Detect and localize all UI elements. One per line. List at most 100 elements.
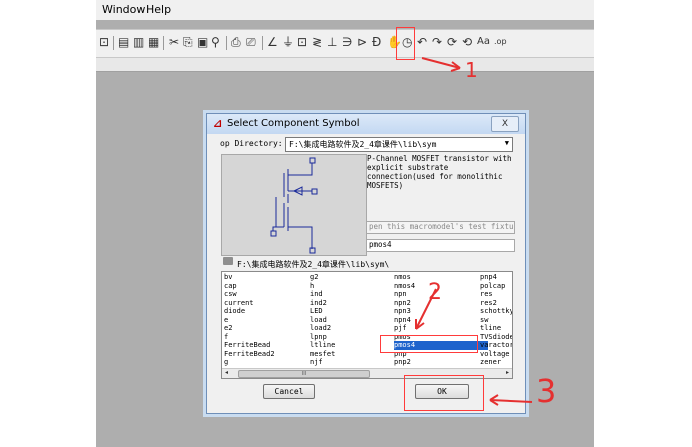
list-item[interactable]: ind <box>310 290 335 299</box>
list-item[interactable]: f <box>224 333 275 342</box>
list-item[interactable]: tline <box>480 324 512 333</box>
close-button[interactable]: X <box>491 116 519 132</box>
list-item[interactable]: FerriteBead <box>224 341 275 350</box>
toolbar-divider <box>163 36 164 50</box>
list-item[interactable]: schottky <box>480 307 512 316</box>
toolbar-divider <box>262 36 263 50</box>
paste-icon[interactable]: ▣ <box>197 35 208 49</box>
pmos4-symbol-icon <box>270 157 318 254</box>
schematic-icon[interactable]: ▦ <box>148 35 159 49</box>
schematic-tabs-strip <box>96 58 594 72</box>
print-preview-icon[interactable]: ⎚ <box>246 35 256 49</box>
component-list[interactable]: bv cap csw current diode e e2 f FerriteB… <box>221 271 513 379</box>
highlight-pmos4-item <box>380 335 478 353</box>
list-item[interactable]: res2 <box>480 299 512 308</box>
component-name-field[interactable]: pmos4 <box>366 239 515 252</box>
annotation-label-2: 2 <box>428 280 442 305</box>
test-fixture-button[interactable]: pen this macromodel's test fixtur <box>366 221 515 234</box>
list-item[interactable]: LED <box>310 307 335 316</box>
select-component-dialog: ⊿ Select Component Symbol X op Directory… <box>206 113 526 414</box>
redo-icon[interactable]: ↷ <box>432 35 442 49</box>
arrow-3-line <box>489 399 533 403</box>
folder-icon <box>223 257 233 265</box>
list-item[interactable]: e <box>224 316 275 325</box>
list-item[interactable]: pnp4 <box>480 273 512 282</box>
diode-icon[interactable]: ⊳ <box>357 35 367 49</box>
directory-select[interactable]: F:\集成电路软件及2_4章课件\lib\sym ▼ <box>285 137 513 152</box>
list-column-2: g2 h ind ind2 LED load load2 lpnp ltline… <box>310 273 335 367</box>
component-description: P-Channel MOSFET transistor with explici… <box>367 154 512 190</box>
menu-bar: Window Help <box>96 0 594 20</box>
annotation-label-3: 3 <box>536 372 557 410</box>
toolbar: ⊡ ▤ ▥ ▦ ✂ ⎘ ▣ ⚲ ⎙ ⎚ ∠ ⏚ ⊡ ≷ ⊥ ∋ ⊳ Ð ✋ ◷ … <box>96 29 594 58</box>
list-item[interactable]: load2 <box>310 324 335 333</box>
list-item[interactable]: ltline <box>310 341 335 350</box>
list-item[interactable]: csw <box>224 290 275 299</box>
scroll-right-icon[interactable]: ▸ <box>506 369 509 376</box>
chevron-down-icon[interactable]: ▼ <box>505 139 509 147</box>
list-item[interactable]: varactor <box>480 341 512 350</box>
mirror-icon[interactable]: ⟲ <box>462 35 472 49</box>
annotation-label-1: 1 <box>465 58 478 82</box>
undo-icon[interactable]: ↶ <box>417 35 427 49</box>
ground-icon[interactable]: ⏚ <box>282 35 294 49</box>
annotation-arrow-1 <box>421 57 461 72</box>
list-item[interactable]: e2 <box>224 324 275 333</box>
list-item[interactable]: g2 <box>310 273 335 282</box>
scroll-left-icon[interactable]: ◂ <box>225 369 228 376</box>
list-item[interactable]: mesfet <box>310 350 335 359</box>
list-item[interactable]: ind2 <box>310 299 335 308</box>
list-item[interactable]: pnp2 <box>394 358 488 367</box>
print-icon[interactable]: ⎙ <box>231 35 241 49</box>
capacitor-symbol-icon[interactable]: ⊥ <box>327 35 337 49</box>
list-item[interactable]: g <box>224 358 275 367</box>
component-icon[interactable]: ▤ <box>118 35 129 49</box>
component-symbol-icon[interactable]: Ð <box>372 35 381 49</box>
dialog-title: Select Component Symbol <box>227 118 360 129</box>
cut-icon[interactable]: ✂ <box>169 35 179 49</box>
highlight-ok-button <box>404 375 484 411</box>
list-item[interactable]: h <box>310 282 335 291</box>
symbol-preview <box>221 154 367 256</box>
current-path: F:\集成电路软件及2_4章课件\lib\sym\ <box>237 260 390 269</box>
copy-icon[interactable]: ⎘ <box>183 35 193 49</box>
list-item[interactable]: sw <box>480 316 512 325</box>
list-item[interactable]: TVSdiode <box>480 333 512 342</box>
scrollbar-thumb[interactable]: III <box>238 370 370 378</box>
menu-help[interactable]: Help <box>146 3 171 16</box>
list-item[interactable]: diode <box>224 307 275 316</box>
annotation-arrow-3 <box>489 394 533 406</box>
menu-window[interactable]: Window <box>102 3 145 16</box>
list-item[interactable]: load <box>310 316 335 325</box>
highlight-component-button <box>396 27 415 60</box>
find-icon[interactable]: ⚲ <box>211 35 220 49</box>
list-item[interactable]: current <box>224 299 275 308</box>
toolbar-divider <box>113 36 114 50</box>
list-item[interactable]: zener <box>480 358 512 367</box>
list-item[interactable]: bv <box>224 273 275 282</box>
list-item[interactable]: cap <box>224 282 275 291</box>
spice-directive-icon[interactable]: .op <box>494 35 507 49</box>
list-item[interactable]: njf <box>310 358 335 367</box>
resistor-icon[interactable]: ≷ <box>312 35 322 49</box>
inductor-icon[interactable]: ∋ <box>342 35 352 49</box>
label-icon[interactable]: ⊡ <box>297 35 307 49</box>
rotate-icon[interactable]: ⟳ <box>447 35 457 49</box>
list-item[interactable]: FerriteBead2 <box>224 350 275 359</box>
directory-value: F:\集成电路软件及2_4章课件\lib\sym <box>289 140 437 149</box>
capacitor-icon[interactable]: ▥ <box>133 35 144 49</box>
open-icon[interactable]: ⊡ <box>99 35 109 49</box>
list-item[interactable]: res <box>480 290 512 299</box>
app-logo-icon: ⊿ <box>213 117 223 130</box>
toolbar-divider <box>226 36 227 50</box>
cancel-button[interactable]: Cancel <box>263 384 315 399</box>
list-item[interactable]: voltage <box>480 350 512 359</box>
list-item[interactable]: polcap <box>480 282 512 291</box>
wire-icon[interactable]: ∠ <box>267 35 278 49</box>
list-column-1: bv cap csw current diode e e2 f FerriteB… <box>224 273 275 367</box>
dialog-titlebar: ⊿ Select Component Symbol X <box>207 114 525 134</box>
text-icon[interactable]: Aa <box>477 35 490 49</box>
directory-label: op Directory: <box>220 139 283 148</box>
list-item[interactable]: lpnp <box>310 333 335 342</box>
list-column-4: pnp4 polcap res res2 schottky sw tline T… <box>480 273 512 367</box>
